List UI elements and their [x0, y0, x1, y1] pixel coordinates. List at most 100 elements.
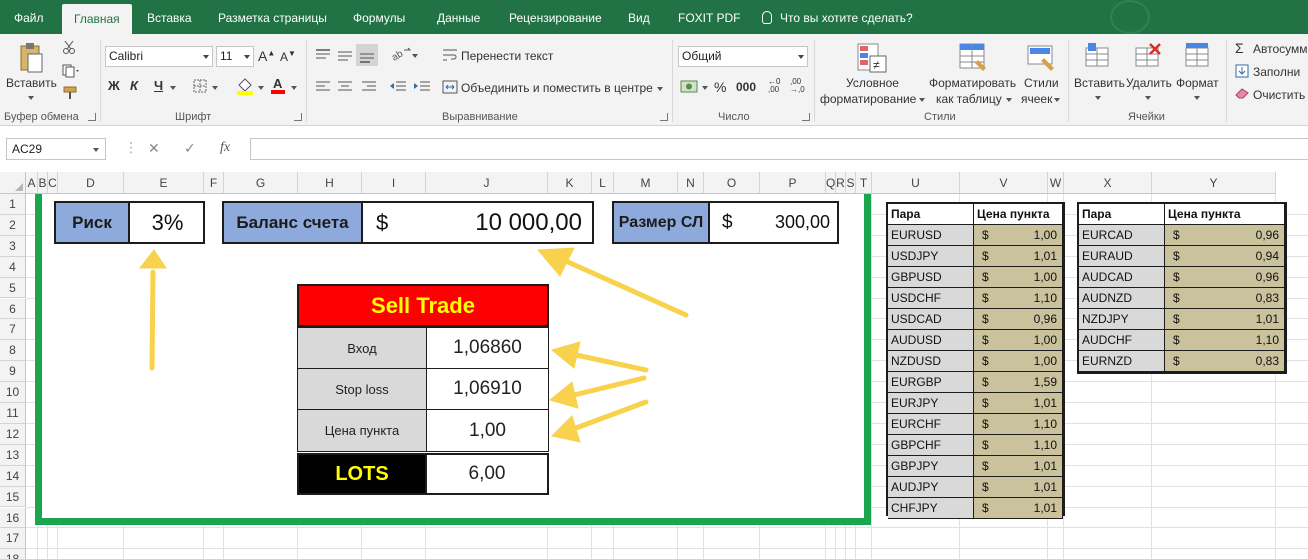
orientation-dropdown-icon[interactable] [412, 54, 418, 58]
merge-dropdown-icon[interactable] [657, 87, 663, 91]
increase-decimal-icon[interactable]: ←0,00 [768, 78, 780, 94]
conditional-formatting-label-2[interactable]: форматирование [820, 92, 916, 106]
fill-button[interactable]: Заполни [1253, 65, 1300, 79]
comma-style-icon[interactable]: 000 [736, 80, 756, 94]
decrease-decimal-icon[interactable]: ,00 →,0 [790, 78, 805, 94]
tab-foxit-pdf[interactable]: FOXIT PDF [678, 0, 740, 34]
orientation-icon[interactable]: ab [390, 46, 412, 65]
conditional-formatting-label-1[interactable]: Условное [846, 76, 899, 90]
cell-styles-label-1[interactable]: Стили [1024, 76, 1059, 90]
merge-center-icon[interactable] [442, 80, 458, 97]
tab-home[interactable]: Главная [62, 4, 132, 34]
tab-formulas[interactable]: Формулы [353, 0, 405, 34]
formula-input[interactable] [250, 138, 1308, 160]
align-right-icon[interactable] [360, 80, 378, 97]
format-as-table-label-2[interactable]: как таблицу [936, 92, 1002, 106]
align-middle-icon[interactable] [336, 48, 354, 65]
paste-icon[interactable] [18, 42, 44, 74]
borders-dropdown-icon[interactable] [212, 86, 218, 90]
conditional-formatting-icon[interactable]: ≠ [856, 42, 888, 77]
alignment-launcher-icon[interactable] [660, 113, 668, 121]
format-painter-icon[interactable] [62, 86, 78, 103]
font-shrink-icon[interactable]: A▼ [280, 49, 296, 64]
tab-insert[interactable]: Вставка [147, 0, 192, 34]
format-as-table-icon[interactable] [958, 42, 990, 77]
accounting-format-icon[interactable] [680, 78, 702, 99]
percent-style-icon[interactable]: % [714, 79, 726, 95]
arrow-head-risk-icon [138, 249, 167, 269]
delete-dropdown-icon[interactable] [1145, 96, 1151, 100]
bold-button[interactable]: Ж [108, 78, 120, 93]
clipboard-launcher-icon[interactable] [88, 113, 96, 121]
align-top-icon[interactable] [314, 48, 332, 65]
chevron-down-icon [244, 55, 250, 59]
underline-button[interactable]: Ч [154, 78, 163, 93]
cancel-entry-icon[interactable]: ✕ [148, 140, 160, 157]
merge-center-button[interactable]: Объединить и поместить в центре [461, 81, 653, 95]
wrap-text-icon[interactable] [442, 48, 458, 65]
paste-button[interactable]: Вставить [6, 76, 57, 90]
name-box[interactable]: AC29 [6, 138, 106, 160]
group-separator [306, 40, 307, 122]
cut-icon[interactable] [62, 40, 76, 57]
tab-page-layout[interactable]: Разметка страницы [218, 0, 327, 34]
format-as-table-label-1[interactable]: Форматировать [929, 76, 1016, 90]
format-cells-icon[interactable] [1184, 42, 1214, 75]
format-dropdown-icon[interactable] [1194, 96, 1200, 100]
font-size-combo[interactable]: 11 [216, 46, 254, 67]
font-name-combo[interactable]: Calibri [105, 46, 213, 67]
insert-dropdown-icon[interactable] [1095, 96, 1101, 100]
increase-indent-icon[interactable] [412, 80, 432, 97]
align-center-icon[interactable] [336, 80, 354, 97]
delete-cells-button[interactable]: Удалить [1126, 76, 1172, 90]
align-left-icon[interactable] [314, 80, 332, 97]
table-dropdown-icon[interactable] [1006, 98, 1012, 102]
cell-styles-label-2[interactable]: ячеек [1021, 92, 1052, 106]
delete-cells-icon[interactable] [1134, 42, 1164, 75]
italic-button[interactable]: К [130, 78, 138, 93]
tab-review[interactable]: Рецензирование [509, 0, 602, 34]
decrease-indent-icon[interactable] [388, 80, 408, 97]
number-format-combo[interactable]: Общий [678, 46, 808, 67]
svg-text:ab: ab [390, 48, 405, 62]
autosum-icon[interactable]: Σ [1235, 40, 1244, 56]
align-bottom-icon[interactable] [356, 44, 378, 66]
conditional-dropdown-icon[interactable] [919, 98, 925, 102]
tab-data[interactable]: Данные [437, 0, 480, 34]
autosum-button[interactable]: Автосумм [1253, 42, 1308, 56]
pair-cell: AUDUSD [888, 330, 974, 351]
insert-cells-icon[interactable] [1084, 42, 1114, 75]
format-cells-button[interactable]: Формат [1176, 76, 1219, 90]
tell-me-search[interactable]: Что вы хотите сделать? [780, 0, 913, 34]
fill-color-dropdown-icon[interactable] [258, 86, 264, 90]
cell-styles-dropdown-icon[interactable] [1054, 98, 1060, 102]
borders-icon[interactable] [193, 79, 207, 96]
fill-icon[interactable] [1235, 64, 1249, 81]
fill-color-icon[interactable] [236, 77, 254, 98]
insert-function-icon[interactable]: fx [220, 140, 230, 156]
confirm-entry-icon[interactable]: ✓ [184, 140, 196, 157]
insert-cells-button[interactable]: Вставить [1074, 76, 1125, 90]
wrap-text-button[interactable]: Перенести текст [461, 49, 553, 63]
pair-cell: CHFJPY [888, 498, 974, 519]
accounting-dropdown-icon[interactable] [702, 86, 708, 90]
pip-price-value: 0,96 [1033, 312, 1057, 326]
number-launcher-icon[interactable] [802, 113, 810, 121]
clear-button[interactable]: Очистить [1253, 88, 1305, 102]
font-color-icon[interactable]: A [270, 76, 286, 97]
pair-column-header: Пара [1079, 204, 1165, 225]
decorative-logo-icon [1110, 0, 1150, 34]
arrow-to-balance [565, 259, 689, 318]
font-launcher-icon[interactable] [294, 113, 302, 121]
cell-styles-icon[interactable] [1026, 42, 1058, 77]
font-color-dropdown-icon[interactable] [291, 86, 297, 90]
clear-eraser-icon[interactable] [1235, 87, 1249, 102]
price-cell: $0,83 [1165, 288, 1285, 309]
underline-dropdown-icon[interactable] [170, 86, 176, 90]
tab-view[interactable]: Вид [628, 0, 650, 34]
copy-icon[interactable] [62, 64, 80, 81]
paste-dropdown-icon[interactable] [28, 96, 34, 100]
font-grow-icon[interactable]: A▲ [258, 48, 275, 64]
group-separator [1226, 40, 1227, 122]
tab-file[interactable]: Файл [14, 0, 44, 34]
